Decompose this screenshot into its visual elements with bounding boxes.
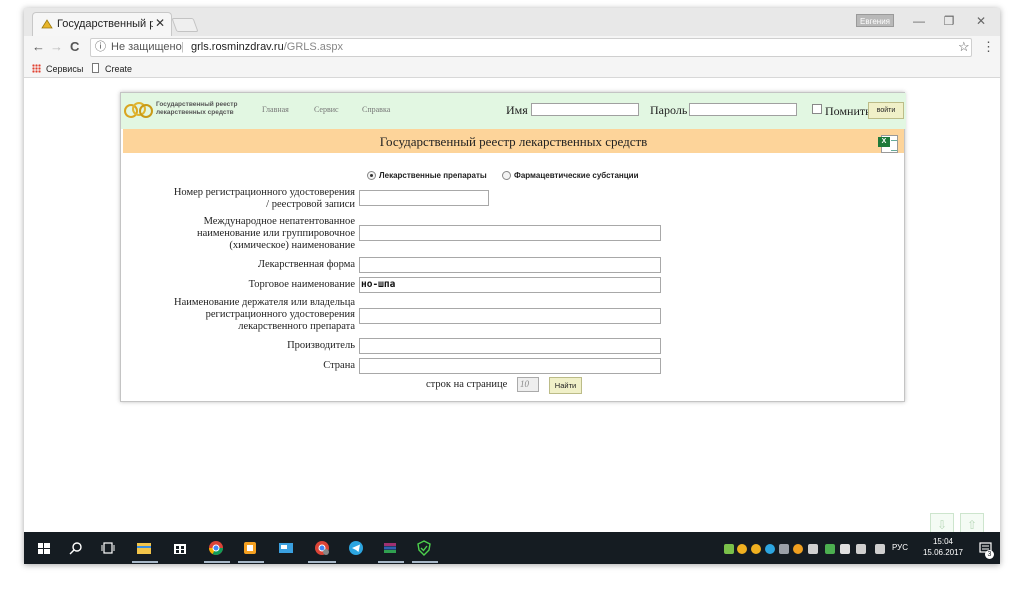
reload-icon[interactable]: C — [70, 39, 79, 54]
holder-input[interactable] — [359, 308, 661, 324]
bookmark-services[interactable]: Сервисы — [46, 64, 83, 74]
rows-per-page-input[interactable]: 10 — [517, 377, 539, 392]
nav-help-link[interactable]: Справка — [362, 105, 390, 114]
tray-app-icon[interactable] — [724, 544, 734, 554]
language-indicator[interactable]: РУС — [892, 543, 908, 552]
tray-emoji-icon[interactable] — [737, 544, 747, 554]
start-icon[interactable] — [36, 540, 52, 556]
tray-monitor-icon[interactable] — [779, 544, 789, 554]
tray-notes-icon[interactable] — [793, 544, 803, 554]
login-button[interactable]: войти — [868, 102, 904, 119]
clock[interactable]: 15:04 15.06.2017 — [914, 536, 972, 558]
registry-logo-icon — [124, 102, 153, 118]
username-label: Имя — [506, 103, 528, 117]
url-separator: | — [181, 41, 184, 53]
volume-icon[interactable] — [808, 544, 818, 554]
network-icon[interactable] — [856, 544, 866, 554]
windows-taskbar: РУС 15:04 15.06.2017 3 — [24, 532, 1000, 564]
search-icon[interactable] — [68, 540, 84, 556]
bookmarks-bar: Сервисы Create — [24, 60, 1000, 78]
site-header: Государственный реестр лекарственных сре… — [121, 93, 906, 129]
minimize-icon[interactable]: — — [912, 14, 926, 28]
screen-capture-icon[interactable] — [278, 540, 294, 556]
excel-export-icon[interactable]: X — [878, 135, 898, 153]
radio-medicines-label[interactable]: Лекарственные препараты — [379, 171, 487, 180]
password-label: Пароль — [650, 103, 688, 117]
page-viewport: Государственный реестр лекарственных сре… — [24, 79, 1000, 537]
tray-telegram-icon[interactable] — [765, 544, 775, 554]
address-bar[interactable]: ⓘ Не защищено | grls.rosminzdrav.ru/GRLS… — [90, 38, 972, 57]
telegram-icon[interactable] — [348, 540, 364, 556]
chrome-profile-icon[interactable] — [314, 540, 330, 556]
country-label: Страна — [323, 360, 355, 371]
reg-number-input[interactable] — [359, 190, 489, 206]
radio-substances[interactable] — [502, 171, 511, 180]
dosage-form-label: Лекарственная форма — [257, 259, 355, 270]
close-window-icon[interactable]: ✕ — [974, 14, 988, 28]
url-text: grls.rosminzdrav.ru/GRLS.aspx — [191, 39, 343, 56]
info-icon[interactable]: ⓘ — [95, 39, 106, 56]
forward-icon[interactable]: → — [50, 39, 63, 54]
site-favicon-icon — [41, 19, 53, 29]
clock-time: 15:04 — [932, 537, 954, 546]
security-status: Не защищено — [111, 41, 182, 53]
back-icon[interactable]: ← — [32, 39, 45, 54]
remember-label: Помнить — [825, 104, 871, 118]
task-view-icon[interactable] — [100, 540, 116, 556]
trade-name-input[interactable]: но-шпа — [359, 277, 661, 293]
profile-button[interactable]: Евгения — [856, 14, 894, 27]
username-input[interactable] — [531, 103, 639, 116]
winrar-icon[interactable] — [382, 540, 398, 556]
clock-date: 15.06.2017 — [922, 548, 964, 557]
search-button[interactable]: Найти — [549, 377, 582, 394]
tray-green-icon[interactable] — [825, 544, 835, 554]
new-tab-button[interactable] — [171, 18, 199, 32]
country-input[interactable] — [359, 358, 661, 374]
restore-icon[interactable]: ❐ — [942, 14, 956, 28]
notification-count: 3 — [985, 550, 994, 559]
url-path: /GRLS.aspx — [283, 41, 344, 53]
reg-number-label: Номер регистрационного удостоверения / р… — [173, 187, 355, 210]
tab-title: Государственный реест — [57, 18, 153, 30]
remember-checkbox[interactable] — [812, 104, 822, 114]
store-icon[interactable] — [172, 540, 188, 556]
tab-strip: Государственный реест ✕ Евгения — ❐ ✕ — [24, 8, 1000, 36]
notes-app-icon[interactable] — [242, 540, 258, 556]
bookmark-star-icon[interactable]: ☆ — [958, 39, 970, 55]
security-shield-icon[interactable] — [416, 540, 432, 556]
battery-icon[interactable] — [840, 544, 850, 554]
file-explorer-icon[interactable] — [136, 540, 152, 556]
dosage-form-input[interactable] — [359, 257, 661, 273]
browser-window: Государственный реест ✕ Евгения — ❐ ✕ ← … — [24, 8, 1000, 564]
grls-page: Государственный реестр лекарственных сре… — [120, 92, 906, 402]
wifi-icon[interactable] — [875, 544, 885, 554]
logo-text: Государственный реестр лекарственных сре… — [156, 101, 238, 116]
apps-icon[interactable] — [32, 64, 41, 73]
manufacturer-label: Производитель — [287, 340, 355, 351]
document-icon — [92, 63, 99, 73]
password-input[interactable] — [689, 103, 797, 116]
nav-home-link[interactable]: Главная — [262, 105, 289, 114]
page-title: Государственный реестр лекарственных сре… — [379, 134, 648, 149]
radio-medicines[interactable] — [367, 171, 376, 180]
trade-name-label: Торговое наименование — [248, 279, 355, 290]
bookmark-create[interactable]: Create — [105, 64, 132, 74]
excel-letter: X — [878, 137, 890, 147]
radio-substances-label[interactable]: Фармацевтические субстанции — [514, 171, 639, 180]
nav-service-link[interactable]: Сервис — [314, 105, 339, 114]
manufacturer-input[interactable] — [359, 338, 661, 354]
inn-label: Международное непатентованное наименован… — [196, 216, 355, 251]
inn-input[interactable] — [359, 225, 661, 241]
tab-close-icon[interactable]: ✕ — [155, 16, 165, 30]
browser-tab[interactable]: Государственный реест ✕ — [32, 12, 172, 36]
rows-per-page-label: строк на странице — [426, 379, 508, 390]
tray-emoji-2-icon[interactable] — [751, 544, 761, 554]
chrome-icon[interactable] — [208, 540, 224, 556]
url-host: grls.rosminzdrav.ru — [191, 41, 284, 53]
browser-menu-icon[interactable]: ⋮ — [982, 39, 995, 55]
title-bar: Государственный реестр лекарственных сре… — [123, 129, 904, 153]
holder-label: Наименование держателя или владельца рег… — [173, 297, 355, 332]
browser-toolbar: ← → C ⓘ Не защищено | grls.rosminzdrav.r… — [24, 36, 1000, 60]
